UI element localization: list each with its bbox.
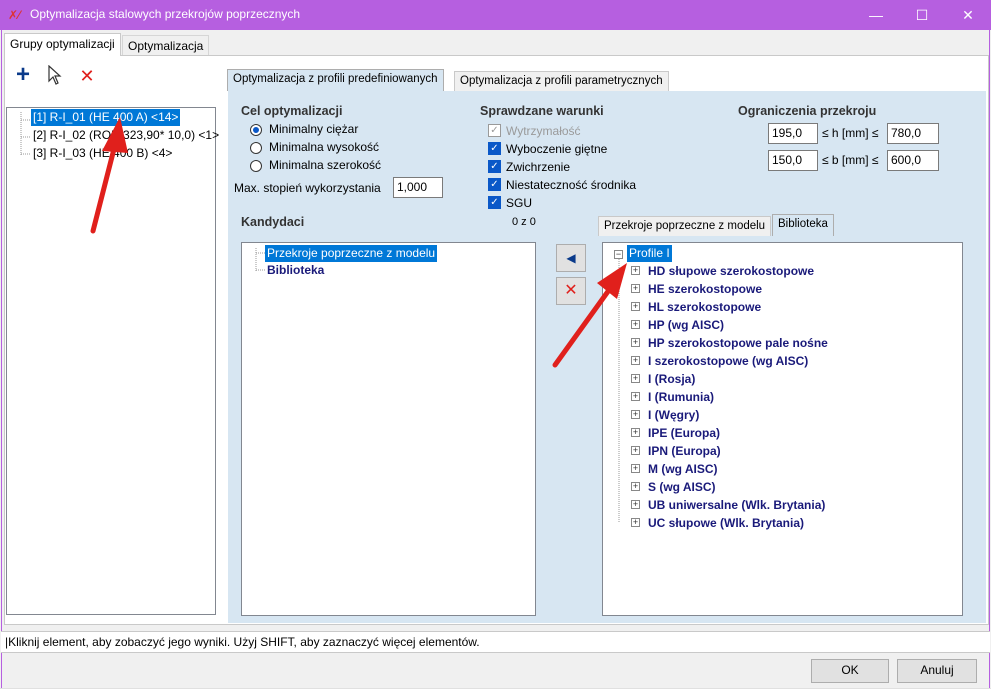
label-min-width: Minimalna szerokość <box>269 158 382 172</box>
checkbox-sgu[interactable]: ✓ <box>488 196 501 209</box>
group-item-2[interactable]: [2] R-I_02 (ROR 323,90* 10,0) <1> <box>33 127 219 144</box>
library-item[interactable]: I (Rumunia) <box>648 388 714 406</box>
library-item[interactable]: HP (wg AISC) <box>648 316 724 334</box>
library-item[interactable]: UB uniwersalne (Wlk. Brytania) <box>648 496 825 514</box>
max-utilization-label: Max. stopień wykorzystania <box>234 181 381 195</box>
label-buckling: Wyboczenie giętne <box>506 142 608 156</box>
expand-icon[interactable]: + <box>631 356 640 365</box>
library-item[interactable]: IPE (Europa) <box>648 424 720 442</box>
radio-min-weight[interactable] <box>250 124 262 136</box>
label-lateral-torsional: Zwichrzenie <box>506 160 571 174</box>
status-bar: |Kliknij element, aby zobaczyć jego wyni… <box>1 631 990 653</box>
max-utilization-input[interactable]: 1,000 <box>393 177 443 198</box>
limits-header: Ograniczenia przekroju <box>738 104 877 118</box>
cancel-button[interactable]: Anuluj <box>897 659 977 683</box>
library-item[interactable]: HD słupowe szerokostopowe <box>648 262 814 280</box>
b-range-label: ≤ b [mm] ≤ <box>822 153 879 167</box>
tab-parametric-profiles[interactable]: Optymalizacja z profili parametrycznych <box>454 71 669 91</box>
checkbox-web-instability[interactable]: ✓ <box>488 178 501 191</box>
label-min-height: Minimalna wysokość <box>269 140 380 154</box>
title-bar: ✗⁄ Optymalizacja stalowych przekrojów po… <box>0 0 991 30</box>
library-item[interactable]: S (wg AISC) <box>648 478 716 496</box>
tab-model-sections[interactable]: Przekroje poprzeczne z modelu <box>598 216 772 236</box>
h-max-input[interactable]: 780,0 <box>887 123 939 144</box>
background-app-strip <box>0 688 991 696</box>
collapse-icon[interactable]: − <box>614 250 623 259</box>
add-icon[interactable]: + <box>12 63 34 87</box>
expand-icon[interactable]: + <box>631 338 640 347</box>
label-sgu: SGU <box>506 196 533 210</box>
library-item[interactable]: I szerokostopowe (wg AISC) <box>648 352 808 370</box>
label-web-instability: Niestateczność środnika <box>506 178 637 192</box>
expand-icon[interactable]: + <box>631 464 640 473</box>
candidate-model-sections[interactable]: Przekroje poprzeczne z modelu <box>265 245 438 262</box>
ok-button[interactable]: OK <box>811 659 889 683</box>
move-left-button[interactable]: ◀ <box>556 244 586 272</box>
candidates-list[interactable] <box>241 242 536 616</box>
label-strength: Wytrzymałość <box>506 124 581 138</box>
library-tree-line <box>618 259 620 523</box>
expand-icon[interactable]: + <box>631 428 640 437</box>
group-item-1[interactable]: [1] R-I_01 (HE 400 A) <14> <box>31 109 181 126</box>
status-text: |Kliknij element, aby zobaczyć jego wyni… <box>5 635 480 649</box>
candidates-header: Kandydaci <box>241 215 305 229</box>
delete-icon[interactable]: ✕ <box>76 65 98 87</box>
expand-icon[interactable]: + <box>631 374 640 383</box>
library-item[interactable]: HP szerokostopowe pale nośne <box>648 334 828 352</box>
b-max-input[interactable]: 600,0 <box>887 150 939 171</box>
tab-groups[interactable]: Grupy optymalizacji <box>4 33 121 56</box>
library-item[interactable]: UC słupowe (Wlk. Brytania) <box>648 514 804 532</box>
expand-icon[interactable]: + <box>631 266 640 275</box>
library-item[interactable]: HL szerokostopowe <box>648 298 761 316</box>
library-item[interactable]: I (Rosja) <box>648 370 695 388</box>
goal-header: Cel optymalizacji <box>241 104 343 118</box>
checks-header: Sprawdzane warunki <box>480 104 604 118</box>
h-range-label: ≤ h [mm] ≤ <box>822 126 879 140</box>
groups-list[interactable] <box>6 107 216 615</box>
tab-library[interactable]: Biblioteka <box>772 214 834 236</box>
maximize-button[interactable]: ☐ <box>899 0 945 30</box>
expand-icon[interactable]: + <box>631 482 640 491</box>
library-item[interactable]: M (wg AISC) <box>648 460 718 478</box>
candidates-count: 0 z 0 <box>512 216 536 228</box>
radio-min-height[interactable] <box>250 142 262 154</box>
checkbox-lateral-torsional[interactable]: ✓ <box>488 160 501 173</box>
expand-icon[interactable]: + <box>631 500 640 509</box>
checkbox-buckling[interactable]: ✓ <box>488 142 501 155</box>
expand-icon[interactable]: + <box>631 518 640 527</box>
minimize-button[interactable]: — <box>853 0 899 30</box>
expand-icon[interactable]: + <box>631 320 640 329</box>
expand-icon[interactable]: + <box>631 410 640 419</box>
app-icon: ✗⁄ <box>8 8 21 22</box>
candidate-library[interactable]: Biblioteka <box>267 262 324 279</box>
cursor-select-icon[interactable] <box>44 64 66 87</box>
b-min-input[interactable]: 150,0 <box>768 150 818 171</box>
tab-optimization[interactable]: Optymalizacja <box>122 35 210 56</box>
expand-icon[interactable]: + <box>631 446 640 455</box>
label-min-weight: Minimalny ciężar <box>269 122 359 136</box>
library-item[interactable]: IPN (Europa) <box>648 442 721 460</box>
radio-min-width[interactable] <box>250 160 262 172</box>
library-item[interactable]: I (Węgry) <box>648 406 699 424</box>
tree-lines <box>20 112 30 155</box>
library-item[interactable]: HE szerokostopowe <box>648 280 762 298</box>
expand-icon[interactable]: + <box>631 284 640 293</box>
checkbox-strength: ✓ <box>488 124 501 137</box>
window-title: Optymalizacja stalowych przekrojów poprz… <box>30 7 301 21</box>
tab-predefined-profiles[interactable]: Optymalizacja z profili predefiniowanych <box>227 69 444 91</box>
expand-icon[interactable]: + <box>631 392 640 401</box>
close-window-button[interactable]: ✕ <box>945 0 991 30</box>
h-min-input[interactable]: 195,0 <box>768 123 818 144</box>
group-item-3[interactable]: [3] R-I_03 (HE 400 B) <4> <box>33 145 172 162</box>
remove-button[interactable]: ✕ <box>556 277 586 305</box>
expand-icon[interactable]: + <box>631 302 640 311</box>
library-root-profile-i[interactable]: Profile I <box>627 245 672 262</box>
